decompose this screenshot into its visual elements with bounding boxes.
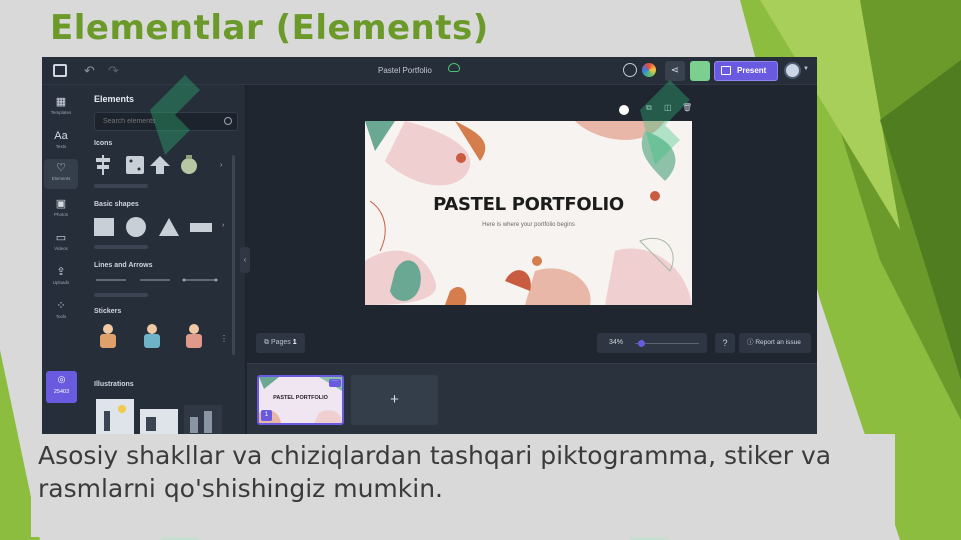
slide-caption: Asosiy shakllar va chiziqlardan tashqari… [38,441,832,503]
